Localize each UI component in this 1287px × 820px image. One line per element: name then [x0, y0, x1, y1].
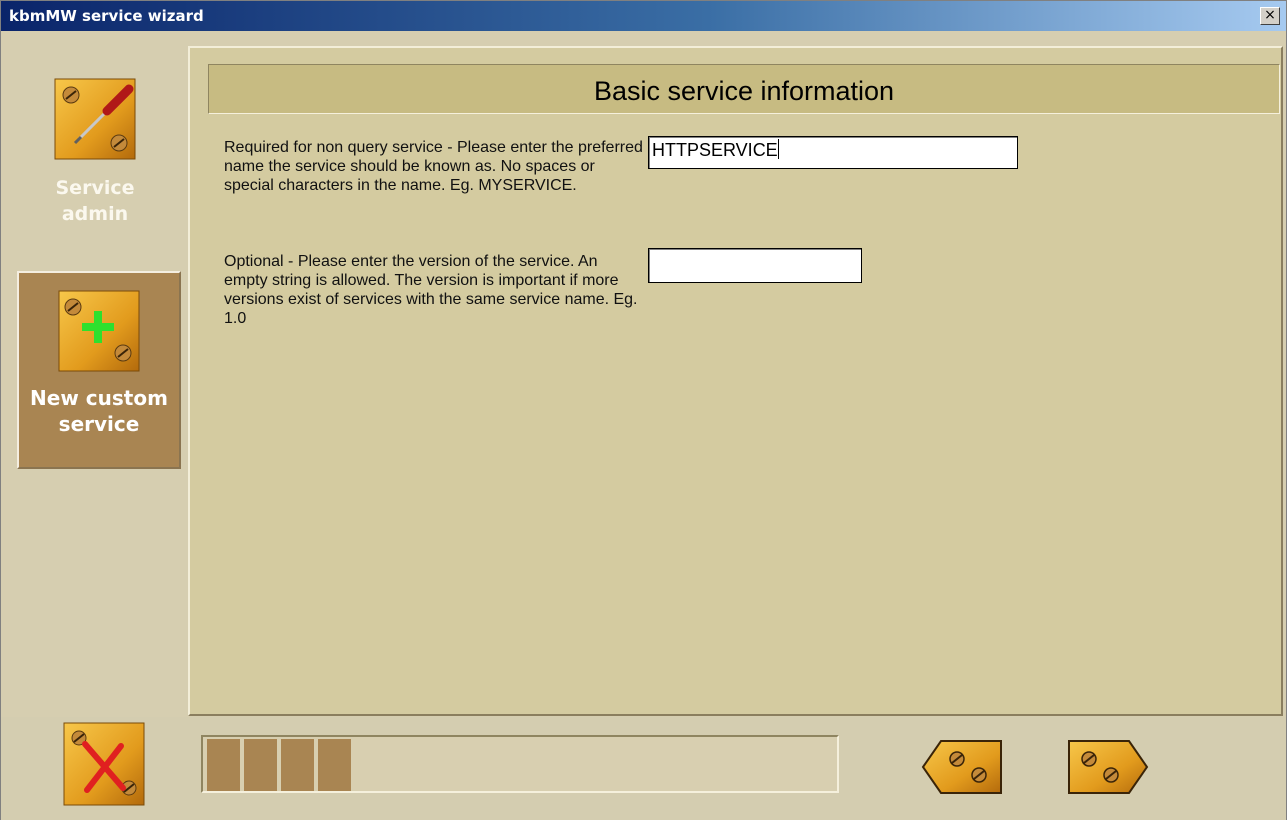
- progress-segment: [281, 739, 314, 791]
- next-button[interactable]: [1067, 739, 1149, 795]
- screwdriver-icon: [53, 77, 137, 161]
- text-caret: [777, 139, 779, 159]
- nav-item-service-admin[interactable]: Service admin: [13, 73, 177, 273]
- back-button[interactable]: [921, 739, 1003, 795]
- page-header: Basic service information: [208, 64, 1280, 114]
- nav-item-label: New custom service: [19, 385, 179, 437]
- nav-label-line: service: [58, 412, 140, 436]
- window-title: kbmMW service wizard: [9, 7, 204, 25]
- service-version-input[interactable]: [648, 248, 862, 283]
- next-arrow-icon: [1068, 740, 1149, 794]
- nav-label-line: Service: [55, 177, 135, 199]
- service-version-description: Optional - Please enter the version of t…: [224, 253, 638, 327]
- close-button[interactable]: ×: [1260, 7, 1280, 25]
- nav-item-new-custom-service[interactable]: New custom service: [17, 271, 181, 469]
- left-nav-panel: Service admin New custom service: [1, 31, 187, 716]
- plus-icon: [57, 289, 141, 373]
- cancel-icon: [63, 722, 145, 806]
- nav-label-line: admin: [61, 203, 129, 225]
- title-bar[interactable]: kbmMW service wizard ×: [1, 1, 1286, 31]
- cancel-button[interactable]: [63, 722, 145, 806]
- progress-segment: [207, 739, 240, 791]
- service-name-description: Required for non query service - Please …: [224, 139, 643, 194]
- progress-bar: [201, 735, 839, 793]
- nav-item-label: Service admin: [13, 175, 177, 227]
- nav-label-line: New custom: [30, 386, 168, 410]
- main-panel: Basic service information Required for n…: [188, 46, 1283, 716]
- page-title: Basic service information: [593, 76, 895, 106]
- back-arrow-icon: [921, 740, 1002, 794]
- service-name-value: HTTPSERVICE: [652, 140, 778, 160]
- wizard-window: kbmMW service wizard × Service admin New…: [0, 0, 1287, 820]
- progress-segment: [244, 739, 277, 791]
- service-name-input[interactable]: HTTPSERVICE: [648, 136, 1018, 169]
- progress-segment: [318, 739, 351, 791]
